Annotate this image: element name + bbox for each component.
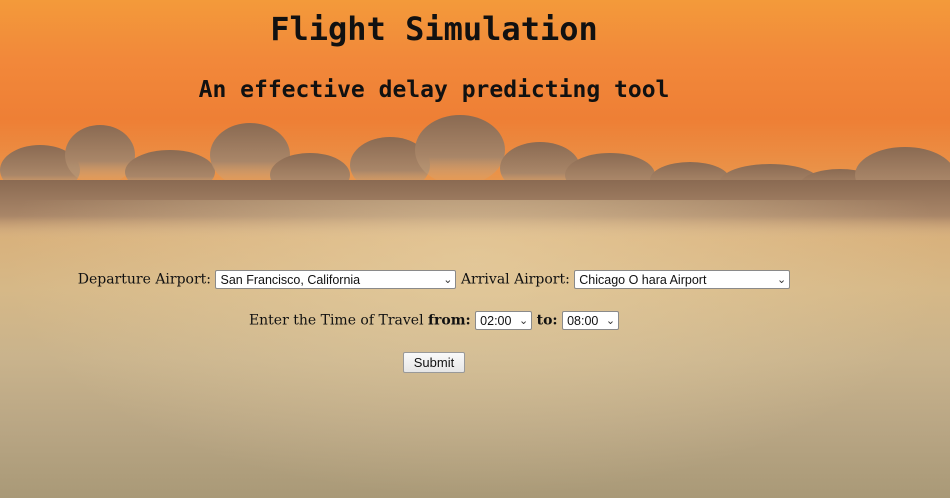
arrival-label: Arrival Airport:: [460, 271, 570, 288]
background-haze: [0, 200, 950, 498]
submit-button[interactable]: Submit: [402, 352, 466, 373]
page-title: Flight Simulation: [270, 10, 598, 48]
submit-row: Submit: [0, 352, 868, 373]
to-time-value: 08:00: [567, 314, 599, 328]
from-time-select[interactable]: 02:00 ⌄: [475, 311, 533, 330]
airport-row: Departure Airport: San Francisco, Califo…: [0, 270, 868, 289]
chevron-down-icon: ⌄: [605, 315, 616, 327]
background-clouds: [0, 115, 950, 240]
chevron-down-icon: ⌄: [518, 315, 529, 327]
to-label: to:: [536, 312, 558, 329]
time-label: Enter the Time of Travel: [248, 312, 424, 329]
from-time-value: 02:00: [480, 314, 512, 328]
page-subtitle: An effective delay predicting tool: [198, 77, 670, 103]
chevron-down-icon: ⌄: [443, 274, 453, 286]
time-row: Enter the Time of Travel from: 02:00 ⌄ t…: [0, 311, 868, 330]
departure-label: Departure Airport:: [77, 271, 212, 288]
departure-value: San Francisco, California: [220, 273, 361, 287]
departure-select[interactable]: San Francisco, California ⌄: [215, 270, 457, 289]
from-label: from:: [428, 312, 471, 329]
arrival-value: Chicago O hara Airport: [579, 273, 707, 287]
to-time-select[interactable]: 08:00 ⌄: [562, 311, 620, 330]
arrival-select[interactable]: Chicago O hara Airport ⌄: [574, 270, 791, 289]
chevron-down-icon: ⌄: [777, 274, 787, 286]
